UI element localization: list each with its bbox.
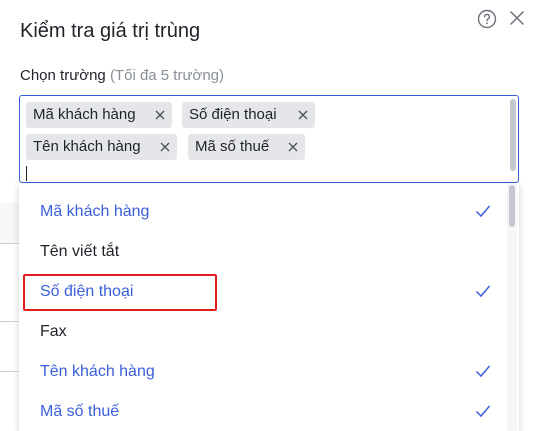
remove-tag-icon[interactable] xyxy=(154,109,166,121)
check-icon xyxy=(475,205,491,218)
option-label: Số điện thoại xyxy=(40,283,134,300)
duplicate-check-dialog: Kiểm tra giá trị trùng Chọn trường (Tối … xyxy=(0,0,538,431)
field-multiselect[interactable]: Mã khách hàng Số điện thoại Tên khách hà… xyxy=(19,95,519,183)
tag-so-dien-thoai: Số điện thoại xyxy=(182,102,315,128)
check-icon xyxy=(475,365,491,378)
option-ma-so-thue[interactable]: Mã số thuế xyxy=(19,392,519,431)
check-icon xyxy=(475,405,491,418)
option-ten-viet-tat[interactable]: Tên viết tắt xyxy=(19,232,519,272)
background-divider xyxy=(0,243,19,244)
help-icon[interactable] xyxy=(477,9,497,29)
option-label: Tên khách hàng xyxy=(40,363,155,380)
field-label: Chọn trường (Tối đa 5 trường) xyxy=(20,67,224,84)
background-divider xyxy=(0,321,19,322)
option-fax[interactable]: Fax xyxy=(19,312,519,352)
background-strip xyxy=(0,203,19,243)
tag-label: Mã số thuế xyxy=(195,138,270,155)
option-label: Mã số thuế xyxy=(40,403,120,420)
tag-ma-khach-hang: Mã khách hàng xyxy=(26,102,172,128)
background-divider xyxy=(0,371,19,372)
remove-tag-icon[interactable] xyxy=(297,109,309,121)
field-hint: (Tối đa 5 trường) xyxy=(109,67,225,84)
field-options-dropdown: Mã khách hàng Tên viết tắt Số điện thoại… xyxy=(19,183,519,431)
tag-label: Tên khách hàng xyxy=(33,138,141,155)
remove-tag-icon[interactable] xyxy=(287,141,299,153)
check-icon xyxy=(475,285,491,298)
text-caret xyxy=(26,166,27,181)
tag-label: Số điện thoại xyxy=(189,106,277,123)
dialog-title: Kiểm tra giá trị trùng xyxy=(20,20,201,42)
close-icon[interactable] xyxy=(508,9,526,27)
option-label: Tên viết tắt xyxy=(40,243,120,260)
option-label: Mã khách hàng xyxy=(40,203,150,220)
option-ma-khach-hang[interactable]: Mã khách hàng xyxy=(19,192,519,232)
tag-label: Mã khách hàng xyxy=(33,106,136,123)
option-label: Fax xyxy=(40,323,67,340)
select-scrollbar[interactable] xyxy=(510,99,516,171)
remove-tag-icon[interactable] xyxy=(159,141,171,153)
tag-ma-so-thue: Mã số thuế xyxy=(188,134,305,160)
field-label-text: Chọn trường xyxy=(20,67,106,84)
option-so-dien-thoai[interactable]: Số điện thoại xyxy=(19,272,519,312)
tag-ten-khach-hang: Tên khách hàng xyxy=(26,134,177,160)
option-ten-khach-hang[interactable]: Tên khách hàng xyxy=(19,352,519,392)
